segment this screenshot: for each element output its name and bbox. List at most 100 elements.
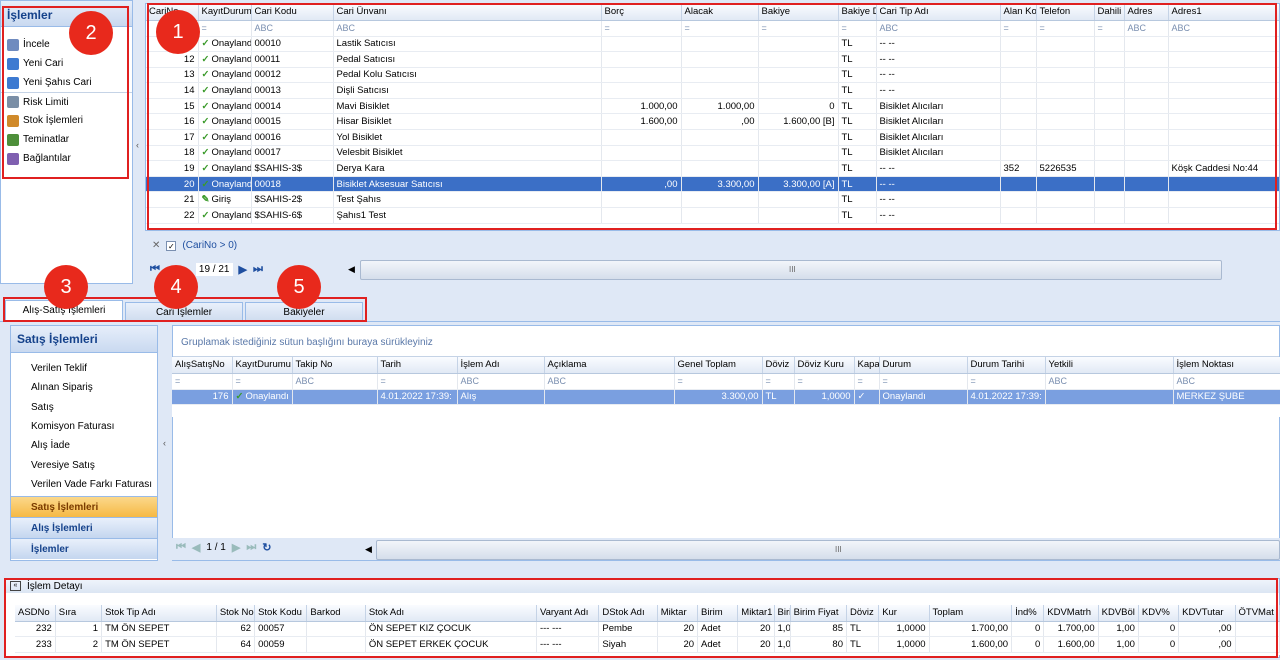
table-row[interactable]: 11✓Onaylandı00010Lastik SatıcısıTL-- -- — [146, 36, 1279, 53]
last-record-icon[interactable]: ⏭ — [246, 541, 256, 554]
filter-cell[interactable]: = — [1094, 20, 1125, 37]
column-header[interactable]: Durum Tarihi — [967, 357, 1046, 374]
column-header[interactable]: Tarih — [377, 357, 458, 374]
table-row[interactable]: 13 ✓ Onaylandı 00012 Pedal Kolu Satıcısı TL --… — [146, 67, 1279, 84]
column-header[interactable]: ASDNo — [15, 605, 56, 622]
filter-cell[interactable]: = — [172, 373, 233, 390]
table-row[interactable]: 17 ✓ Onaylandı 00016 Yol Bisiklet TL Bisiklet … — [146, 129, 1279, 146]
column-header[interactable]: Stok Tip Adı — [101, 605, 217, 622]
filter-cell[interactable]: ABC — [333, 20, 602, 37]
filter-cell[interactable]: = — [794, 373, 855, 390]
column-header[interactable]: Açıklama — [544, 357, 675, 374]
sales-menu-item[interactable]: Komisyon Faturası — [11, 417, 157, 436]
column-header[interactable]: Alan Ko — [1000, 4, 1037, 21]
filter-cell[interactable]: = — [838, 20, 877, 37]
filter-cell[interactable]: = — [232, 373, 293, 390]
column-header[interactable]: Döviz — [762, 357, 795, 374]
filter-cell[interactable]: ABC — [1045, 373, 1174, 390]
collapse-arrow-icon[interactable]: ‹ — [136, 140, 139, 150]
column-header[interactable]: Birim Fiyat — [790, 605, 847, 622]
table-row[interactable]: 19 ✓ Onaylandı $SAHIS-3$ Derya Kara TL -- -- 35… — [146, 160, 1279, 177]
collapse-detail-icon[interactable]: « — [10, 581, 21, 591]
column-header[interactable]: Alacak — [681, 4, 759, 21]
filter-cell[interactable]: = — [762, 373, 795, 390]
column-header[interactable]: Birim — [697, 605, 739, 622]
column-header[interactable]: İşlem Noktası — [1173, 357, 1280, 374]
filter-cell[interactable]: ABC — [457, 373, 545, 390]
column-header[interactable]: Sıra — [55, 605, 103, 622]
column-header[interactable]: Toplam — [929, 605, 1013, 622]
table-row[interactable]: 20 ✓ Onaylandı 00018 Bisiklet Aksesuar Satıc… — [146, 176, 1279, 193]
column-header[interactable]: Stok Adı — [365, 605, 537, 622]
column-header[interactable]: Adres — [1124, 4, 1169, 21]
column-header[interactable]: Cari Ünvanı — [333, 4, 602, 21]
table-row[interactable]: 22 ✓ Onaylandı $SAHIS-6$ Şahıs1 Test TL -- -- — [146, 207, 1279, 224]
column-header[interactable]: Miktar1 — [737, 605, 775, 622]
sales-group-bar[interactable]: İşlemler — [11, 538, 157, 559]
next-record-icon[interactable]: ▶ — [232, 541, 240, 554]
filter-cell[interactable]: ABC — [251, 20, 334, 37]
horizontal-scrollbar[interactable]: III — [360, 260, 1222, 280]
column-header[interactable]: Bakiye — [758, 4, 839, 21]
filter-checkbox[interactable]: ✓ — [166, 240, 177, 251]
sales-menu-item[interactable]: Alış İade — [11, 436, 157, 455]
filter-cell[interactable]: = — [674, 373, 763, 390]
table-row[interactable]: 21 ✎ Giriş $SAHIS-2$ Test Şahıs TL -- -- — [146, 191, 1279, 209]
table-row[interactable]: 232 1 TM ÖN SEPET 62 00057 ÖN SEPET KIZ ÇOCUK… — [15, 621, 1280, 638]
column-header[interactable]: Durum — [879, 357, 968, 374]
sales-menu-item[interactable]: Satış — [11, 398, 157, 417]
column-header[interactable]: Adres1 — [1168, 4, 1279, 21]
column-header[interactable]: KDVMatrh — [1043, 605, 1099, 622]
filter-cell[interactable]: = — [1000, 20, 1037, 37]
column-header[interactable]: Genel Toplam — [674, 357, 763, 374]
action-item[interactable]: Risk Limiti — [1, 92, 132, 111]
action-item[interactable]: Teminatlar — [1, 130, 132, 149]
close-filter-icon[interactable]: ✕ — [152, 240, 160, 251]
collapse-arrow-icon[interactable]: ‹ — [163, 438, 166, 448]
action-item[interactable]: Yeni Cari — [1, 54, 132, 73]
filter-cell[interactable]: ABC — [876, 20, 1001, 37]
table-row[interactable]: 18 ✓ Onaylandı 00017 Velesbit Bisiklet TL Bisi… — [146, 145, 1279, 162]
sales-menu-item[interactable]: Veresiye Satış — [11, 455, 157, 474]
sales-menu-item[interactable]: Verilen Vade Farkı Faturası — [11, 475, 157, 494]
filter-cell[interactable]: ABC — [1168, 20, 1279, 37]
column-header[interactable]: Stok Kodu — [254, 605, 308, 622]
next-record-icon[interactable]: ▶ — [239, 263, 247, 276]
column-header[interactable]: Dahili — [1094, 4, 1125, 21]
column-header[interactable]: Bakiye D — [838, 4, 877, 21]
column-header[interactable]: Yetkili — [1045, 357, 1174, 374]
column-header[interactable]: Kapalı — [854, 357, 880, 374]
column-header[interactable]: Döviz Kuru — [794, 357, 855, 374]
sales-group-bar[interactable]: Satış İşlemleri — [11, 496, 157, 517]
filter-cell[interactable]: = — [758, 20, 839, 37]
filter-cell[interactable]: ABC — [1124, 20, 1169, 37]
horizontal-scrollbar[interactable]: III — [376, 540, 1280, 560]
column-header[interactable]: Kur — [878, 605, 930, 622]
table-row[interactable]: 176 ✓ Onaylandı 4.01.2022 17:39: Alış 3.300,0… — [172, 389, 1280, 406]
filter-cell[interactable]: = — [879, 373, 968, 390]
column-header[interactable]: İşlem Adı — [457, 357, 545, 374]
refresh-icon[interactable]: ↻ — [262, 541, 271, 554]
column-header[interactable]: Döviz — [846, 605, 880, 622]
filter-cell[interactable]: = — [377, 373, 458, 390]
column-header[interactable]: KayıtDurumu — [232, 357, 293, 374]
column-header[interactable]: Stok No — [216, 605, 256, 622]
filter-cell[interactable]: ABC — [292, 373, 378, 390]
column-header[interactable]: Telefon — [1036, 4, 1095, 21]
table-row[interactable]: 15 ✓ Onaylandı 00014 Mavi Bisiklet 1.000,00 1.… — [146, 98, 1279, 115]
filter-cell[interactable]: = — [198, 20, 252, 37]
table-row[interactable]: 16 ✓ Onaylandı 00015 Hisar Bisiklet 1.600,00,… — [146, 113, 1279, 131]
prev-record-icon[interactable]: ◀ — [192, 541, 200, 554]
first-record-icon[interactable]: ⏮ — [176, 541, 186, 554]
sales-menu-item[interactable]: Alınan Sipariş — [11, 378, 157, 397]
column-header[interactable]: ÖTVMat — [1235, 605, 1280, 622]
table-row[interactable]: 12 ✓ Onaylandı 00011 Pedal Satıcısı TL -- -- — [146, 51, 1279, 68]
column-header[interactable]: KayıtDurumu — [198, 4, 252, 21]
table-row[interactable]: 233 2 TM ÖN SEPET 64 00059 ÖN SEPET ERKEK ÇOC… — [15, 636, 1280, 653]
action-item[interactable]: Stok İşlemleri — [1, 111, 132, 130]
filter-cell[interactable]: = — [967, 373, 1046, 390]
table-row[interactable]: 14 ✓ Onaylandı 00013 Dişli Satıcısı TL -- -- — [146, 82, 1279, 99]
column-header[interactable]: Cari Tip Adı — [876, 4, 1001, 21]
column-header[interactable]: Miktar — [657, 605, 699, 622]
column-header[interactable]: KDVBöl — [1098, 605, 1139, 622]
